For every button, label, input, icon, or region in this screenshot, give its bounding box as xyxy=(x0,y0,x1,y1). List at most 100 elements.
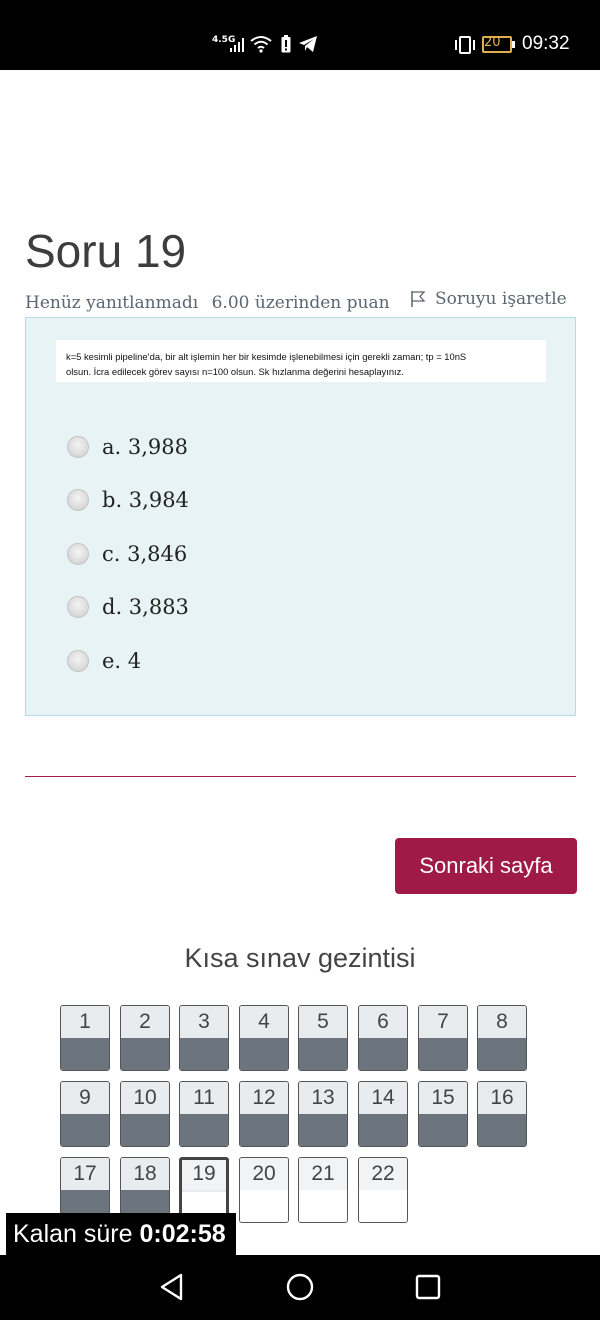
back-icon[interactable] xyxy=(158,1272,186,1302)
quiz-nav-button[interactable]: 8 xyxy=(477,1005,527,1071)
time-remaining: Kalan süre 0:02:58 xyxy=(6,1213,236,1255)
quiz-nav-number: 19 xyxy=(182,1160,226,1190)
quiz-nav-number: 2 xyxy=(121,1006,169,1038)
quiz-nav-number: 16 xyxy=(478,1082,526,1114)
flag-question-label: Soruyu işaretle xyxy=(434,289,567,309)
quiz-nav-button[interactable]: 16 xyxy=(477,1081,527,1147)
quiz-nav-button[interactable]: 5 xyxy=(298,1005,348,1071)
quiz-nav-button[interactable]: 1 xyxy=(60,1005,110,1071)
answered-indicator xyxy=(299,1114,347,1146)
quiz-nav-number: 17 xyxy=(61,1158,109,1190)
quiz-nav-button[interactable]: 15 xyxy=(418,1081,468,1147)
quiz-nav-button[interactable]: 21 xyxy=(298,1157,348,1223)
answer-option-e[interactable]: e. 4 xyxy=(67,646,141,676)
answered-indicator xyxy=(121,1114,169,1146)
quiz-nav-number: 20 xyxy=(240,1158,288,1190)
unanswered-indicator xyxy=(299,1190,347,1222)
question-text-line-1: k=5 kesimli pipeline’da, bir alt işlemin… xyxy=(66,351,467,362)
question-points: 6.00 üzerinden puan xyxy=(211,293,390,313)
answered-indicator xyxy=(478,1038,526,1070)
answered-indicator xyxy=(121,1038,169,1070)
quiz-nav-number: 6 xyxy=(359,1006,407,1038)
quiz-nav-number: 13 xyxy=(299,1082,347,1114)
quiz-nav-number: 4 xyxy=(240,1006,288,1038)
quiz-nav-number: 3 xyxy=(180,1006,228,1038)
question-status: Henüz yanıtlanmadı xyxy=(25,293,199,313)
answered-indicator xyxy=(61,1114,109,1146)
answered-indicator xyxy=(299,1038,347,1070)
status-bar: 4.5G 20 09:32 xyxy=(0,0,600,70)
radio-button[interactable] xyxy=(67,489,89,511)
quiz-nav-button[interactable]: 12 xyxy=(239,1081,289,1147)
quiz-nav-number: 11 xyxy=(180,1082,228,1114)
answer-label: e. 4 xyxy=(102,649,142,673)
quiz-navigation-title: Kısa sınav gezintisi xyxy=(184,943,416,973)
quiz-nav-button[interactable]: 3 xyxy=(179,1005,229,1071)
answered-indicator xyxy=(478,1114,526,1146)
answered-indicator xyxy=(419,1114,467,1146)
answer-label: d. 3,883 xyxy=(102,595,189,619)
answer-label: b. 3,984 xyxy=(102,488,189,512)
quiz-nav-button[interactable]: 2 xyxy=(120,1005,170,1071)
battery-icon: 20 xyxy=(482,36,516,53)
quiz-nav-number: 8 xyxy=(478,1006,526,1038)
answer-option-a[interactable]: a. 3,988 xyxy=(67,432,188,462)
question-text: k=5 kesimli pipeline’da, bir alt işlemin… xyxy=(56,340,546,382)
timer-value: 0:02:58 xyxy=(139,1220,226,1248)
quiz-nav-number: 1 xyxy=(61,1006,109,1038)
radio-button[interactable] xyxy=(67,436,89,458)
quiz-nav-button[interactable]: 22 xyxy=(358,1157,408,1223)
home-icon[interactable] xyxy=(285,1272,315,1302)
radio-button[interactable] xyxy=(67,543,89,565)
question-text-line-2: olsun. İcra edilecek görev sayısı n=100 … xyxy=(66,366,404,377)
vibrate-icon xyxy=(455,36,475,54)
flag-icon xyxy=(411,291,426,307)
quiz-nav-button[interactable]: 9 xyxy=(60,1081,110,1147)
question-title: Soru 19 xyxy=(25,225,187,277)
answered-indicator xyxy=(359,1038,407,1070)
quiz-nav-button[interactable]: 20 xyxy=(239,1157,289,1223)
question-box: k=5 kesimli pipeline’da, bir alt işlemin… xyxy=(25,317,576,716)
recent-apps-icon[interactable] xyxy=(414,1273,442,1301)
divider xyxy=(25,776,576,777)
signal-icon xyxy=(230,38,244,52)
answer-option-d[interactable]: d. 3,883 xyxy=(67,592,189,622)
answer-option-b[interactable]: b. 3,984 xyxy=(67,485,189,515)
answered-indicator xyxy=(419,1038,467,1070)
quiz-nav-number: 22 xyxy=(359,1158,407,1190)
quiz-nav-number: 5 xyxy=(299,1006,347,1038)
wifi-icon xyxy=(250,36,272,53)
question-info: Henüz yanıtlanmadı 6.00 üzerinden puan S… xyxy=(25,289,567,313)
timer-label: Kalan süre xyxy=(13,1220,133,1248)
battery-warning-icon xyxy=(281,35,291,53)
flag-question-link[interactable]: Soruyu işaretle xyxy=(403,289,567,309)
quiz-nav-button[interactable]: 14 xyxy=(358,1081,408,1147)
next-page-button[interactable]: Sonraki sayfa xyxy=(395,838,577,894)
radio-button[interactable] xyxy=(67,650,89,672)
unanswered-indicator xyxy=(359,1190,407,1222)
quiz-nav-button[interactable]: 13 xyxy=(298,1081,348,1147)
quiz-nav-button[interactable]: 11 xyxy=(179,1081,229,1147)
telegram-icon xyxy=(299,36,317,52)
radio-button[interactable] xyxy=(67,596,89,618)
quiz-nav-button[interactable]: 7 xyxy=(418,1005,468,1071)
quiz-nav-button[interactable]: 4 xyxy=(239,1005,289,1071)
answered-indicator xyxy=(359,1114,407,1146)
quiz-nav-number: 9 xyxy=(61,1082,109,1114)
answer-option-c[interactable]: c. 3,846 xyxy=(67,539,187,569)
system-navigation-bar xyxy=(0,1255,600,1320)
quiz-nav-button[interactable]: 6 xyxy=(358,1005,408,1071)
quiz-nav-number: 12 xyxy=(240,1082,288,1114)
answered-indicator xyxy=(180,1038,228,1070)
quiz-nav-button[interactable]: 10 xyxy=(120,1081,170,1147)
answered-indicator xyxy=(240,1038,288,1070)
quiz-nav-number: 15 xyxy=(419,1082,467,1114)
battery-level: 20 xyxy=(484,35,501,50)
answer-label: c. 3,846 xyxy=(102,542,188,566)
clock: 09:32 xyxy=(522,33,570,54)
quiz-nav-number: 10 xyxy=(121,1082,169,1114)
quiz-nav-number: 7 xyxy=(419,1006,467,1038)
quiz-nav-number: 21 xyxy=(299,1158,347,1190)
answered-indicator xyxy=(240,1114,288,1146)
answer-label: a. 3,988 xyxy=(102,435,188,459)
